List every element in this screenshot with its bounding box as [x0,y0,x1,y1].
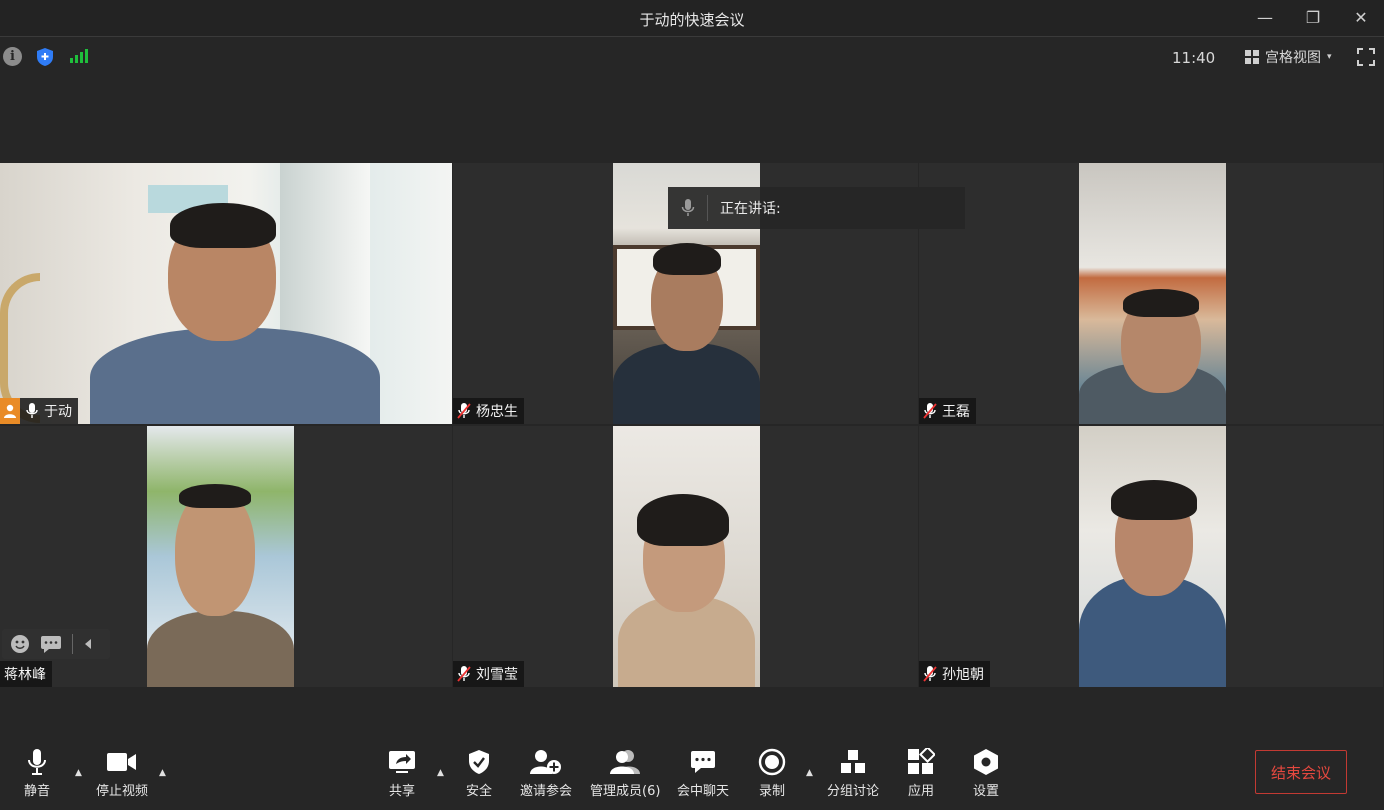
person-hair [170,203,276,248]
invite-label: 邀请参会 [520,784,573,799]
person-hair [653,243,721,275]
mic-muted-icon [457,403,471,419]
person-hair [1123,289,1199,317]
security-button[interactable]: 安全 [466,748,492,799]
video-tile-6[interactable]: 孙旭朝 [919,426,1384,688]
person-body [147,611,294,687]
smile-icon[interactable] [10,634,30,654]
manage-members-label: 管理成员(6) [590,784,661,799]
chat-icon [690,748,716,776]
view-mode-selector[interactable]: 宫格视图 ▾ [1245,48,1332,66]
video-tile-1[interactable]: 于动 [0,163,453,425]
participant-name: 王磊 [942,404,970,420]
stop-video-button[interactable]: 停止视频 [96,748,148,799]
breakout-label: 分组讨论 [827,784,880,799]
participant-name: 蒋林峰 [4,667,46,683]
mic-icon [27,748,47,776]
host-icon [0,398,20,424]
breakout-button[interactable]: 分组讨论 [827,748,879,799]
chat-label: 会中聊天 [677,784,730,799]
record-label: 录制 [758,784,785,799]
mic-icon [668,195,708,221]
speaking-indicator: 正在讲话: [668,187,965,229]
meeting-toolbar: 静音 ▲ 停止视频 ▲ 共享 ▲ 安全 邀请参会 管理成员(6) 会中聊天 录制… [0,740,1384,810]
mute-button[interactable]: 静音 [24,748,50,799]
participant-video [1079,426,1226,687]
participant-nametag: 王磊 [919,398,976,424]
speaking-label: 正在讲话: [720,201,781,217]
meeting-clock: 11:40 [1172,49,1216,67]
divider [72,634,73,654]
restore-button[interactable]: ❐ [1300,6,1326,30]
settings-button[interactable]: 设置 [973,748,999,799]
title-bar: 于动的快速会议 — ❐ ✕ [0,0,1384,37]
info-icon[interactable]: i [3,47,22,66]
share-icon [388,748,416,776]
person-body [90,328,380,424]
share-options-caret[interactable]: ▲ [437,768,447,778]
camera-icon [107,748,137,776]
audio-options-caret[interactable]: ▲ [75,768,85,778]
chevron-down-icon: ▾ [1327,52,1332,62]
record-button[interactable]: 录制 [758,748,786,799]
video-options-caret[interactable]: ▲ [159,768,169,778]
mic-icon [26,403,38,418]
participant-nametag: 蒋林峰 [0,661,52,687]
breakout-icon [840,748,866,776]
window-title: 于动的快速会议 [639,11,745,29]
shield-icon[interactable] [36,47,54,67]
mute-label: 静音 [24,784,51,799]
participant-name: 刘雪莹 [476,667,518,683]
security-label: 安全 [466,784,493,799]
chat-button[interactable]: 会中聊天 [677,748,729,799]
invite-button[interactable]: 邀请参会 [520,748,572,799]
signal-icon[interactable] [70,49,88,63]
shield-check-icon [468,748,490,776]
minimize-button[interactable]: — [1252,6,1278,30]
video-grid: 于动 杨忠生 王磊 蒋林峰 刘雪莹 孙旭朝 [0,163,1384,688]
meeting-info-bar: i 11:40 宫格视图 ▾ [0,38,1384,76]
members-icon [610,748,641,776]
participant-nametag: 于动 [0,398,78,424]
person-hair [1111,480,1197,520]
mic-muted-icon [457,666,471,682]
person-hair [179,484,251,508]
video-tile-5[interactable]: 刘雪莹 [453,426,919,688]
record-icon [758,748,786,776]
participant-nametag: 杨忠生 [453,398,524,424]
participant-nametag: 孙旭朝 [919,661,990,687]
manage-members-button[interactable]: 管理成员(6) [590,748,660,799]
reaction-bar [2,629,110,659]
collapse-left-icon[interactable] [83,638,93,650]
participant-video [0,163,452,424]
share-button[interactable]: 共享 [388,748,416,799]
stop-video-label: 停止视频 [96,784,149,799]
apps-label: 应用 [907,784,934,799]
participant-video [147,426,294,687]
add-user-icon [530,748,562,776]
mic-muted-icon [923,666,937,682]
grid-view-icon [1245,50,1259,64]
person-hair [637,494,729,546]
fullscreen-icon[interactable] [1357,48,1375,66]
video-tile-3[interactable]: 王磊 [919,163,1384,425]
person-body [613,343,760,424]
mic-muted-icon [923,403,937,419]
settings-icon [973,748,999,776]
record-options-caret[interactable]: ▲ [806,768,816,778]
settings-label: 设置 [973,784,1000,799]
end-meeting-button[interactable]: 结束会议 [1255,750,1347,794]
participant-name: 杨忠生 [476,404,518,420]
participant-nametag: 刘雪莹 [453,661,524,687]
participant-video [613,426,760,687]
apps-icon [907,748,935,776]
participant-name: 于动 [44,404,72,420]
apps-button[interactable]: 应用 [907,748,935,799]
close-button[interactable]: ✕ [1348,6,1374,30]
chat-bubble-icon[interactable] [40,635,62,653]
participant-name: 孙旭朝 [942,667,984,683]
view-mode-label: 宫格视图 [1265,50,1321,66]
share-label: 共享 [388,784,415,799]
participant-video [1079,163,1226,424]
